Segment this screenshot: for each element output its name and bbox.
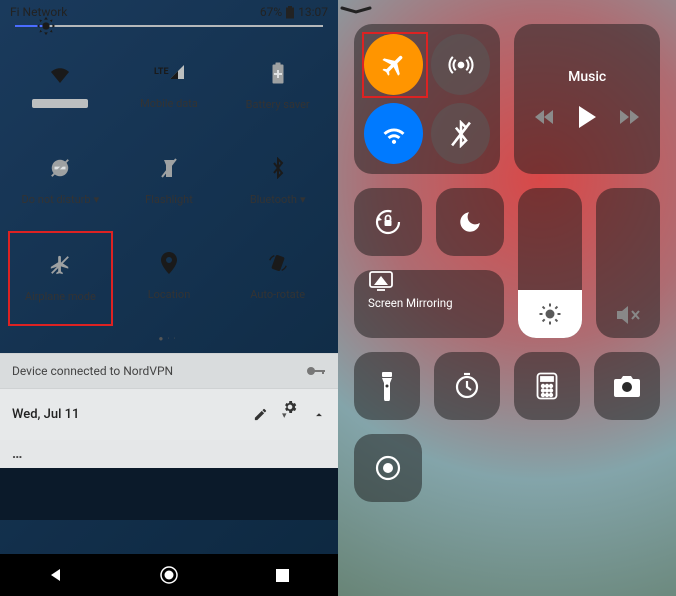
screen-mirror-label: Screen Mirroring	[368, 296, 453, 310]
flashlight-tile[interactable]: Flashlight	[115, 134, 224, 229]
quick-settings-grid: LTE Mobile data Battery saver Do not dis…	[0, 39, 338, 328]
wifi-icon	[48, 65, 72, 85]
wifi-tile[interactable]	[6, 39, 115, 134]
connectivity-group	[354, 24, 500, 174]
screen-mirror-icon	[368, 270, 490, 292]
location-icon	[160, 252, 178, 274]
chevron-down-icon: ▾	[300, 193, 306, 206]
brightness-thumb-icon[interactable]	[35, 15, 57, 37]
page-indicator: ●··	[0, 328, 338, 353]
dnd-icon	[49, 157, 71, 179]
vpn-text: Device connected to NordVPN	[12, 364, 173, 378]
clock: 13:07	[298, 5, 328, 19]
lte-icon: LTE	[154, 63, 184, 83]
brightness-slider[interactable]	[0, 21, 338, 39]
bluetooth-button[interactable]	[431, 103, 490, 164]
autorotate-tile[interactable]: Auto-rotate	[223, 229, 332, 324]
bluetooth-tile[interactable]: Bluetooth ▾	[223, 134, 332, 229]
battery-pct: 67%	[260, 5, 282, 19]
brightness-icon	[538, 302, 562, 326]
nav-bar	[0, 554, 338, 596]
calculator-button[interactable]	[514, 352, 580, 420]
battery-icon	[285, 6, 295, 19]
background-dim	[0, 468, 338, 520]
battery-saver-label: Battery saver	[246, 98, 310, 111]
highlight-box	[362, 32, 428, 98]
timer-button[interactable]	[434, 352, 500, 420]
dnd-moon-button[interactable]	[436, 188, 504, 256]
bluetooth-icon	[270, 157, 286, 179]
svg-text:LTE: LTE	[154, 67, 169, 77]
key-icon	[306, 365, 326, 377]
dnd-tile[interactable]: Do not disturb ▾	[6, 134, 115, 229]
music-widget[interactable]: Music	[514, 24, 660, 174]
mobile-data-label: Mobile data	[140, 97, 198, 110]
wifi-label-redacted	[32, 99, 88, 108]
brightness-slider[interactable]	[518, 188, 582, 338]
battery-plus-icon	[271, 62, 285, 84]
music-title: Music	[568, 69, 606, 85]
prev-track-icon[interactable]	[534, 109, 554, 125]
wifi-button[interactable]	[364, 103, 423, 164]
autorotate-label: Auto-rotate	[250, 288, 305, 301]
nav-back-icon[interactable]	[48, 567, 64, 583]
orientation-lock-button[interactable]	[354, 188, 422, 256]
nav-home-icon[interactable]	[159, 565, 179, 585]
vpn-notification-row[interactable]: Device connected to NordVPN	[0, 353, 338, 388]
ios-control-center-pane: Music	[338, 0, 676, 596]
autorotate-icon	[267, 252, 289, 274]
airplane-label: Airplane mode	[25, 290, 96, 303]
volume-mute-icon	[615, 304, 641, 326]
volume-slider[interactable]	[596, 188, 660, 338]
next-track-icon[interactable]	[620, 109, 640, 125]
edit-icon[interactable]	[253, 407, 268, 422]
airplane-off-icon	[49, 254, 71, 276]
location-tile[interactable]: Location	[115, 229, 224, 324]
overflow-row[interactable]: …	[0, 440, 338, 468]
bluetooth-label: Bluetooth ▾	[250, 193, 306, 206]
flashlight-label: Flashlight	[145, 193, 193, 206]
chevron-down-icon: ▾	[94, 193, 100, 206]
nav-recent-icon[interactable]	[275, 568, 290, 583]
dnd-label: Do not disturb ▾	[22, 193, 100, 206]
cellular-button[interactable]	[431, 34, 490, 95]
date-row[interactable]: Wed, Jul 11 ▾	[0, 388, 338, 440]
play-icon[interactable]	[576, 105, 598, 129]
battery-saver-tile[interactable]: Battery saver	[223, 39, 332, 134]
settings-icon[interactable]: ▾	[282, 399, 298, 430]
camera-button[interactable]	[594, 352, 660, 420]
expand-up-icon[interactable]	[312, 408, 326, 422]
screen-mirroring-button[interactable]: Screen Mirroring	[354, 270, 504, 338]
screen-record-button[interactable]	[354, 434, 422, 502]
mobile-data-tile[interactable]: LTE Mobile data	[115, 39, 224, 134]
location-label: Location	[148, 288, 191, 301]
android-quick-settings-pane: Fi Network 67% 13:07 LTE	[0, 0, 338, 596]
date-text: Wed, Jul 11	[12, 407, 79, 422]
flashlight-icon	[160, 157, 178, 179]
pull-down-chevron-icon[interactable]	[338, 0, 676, 24]
airplane-tile[interactable]: Airplane mode	[8, 231, 113, 326]
flashlight-button[interactable]	[354, 352, 420, 420]
